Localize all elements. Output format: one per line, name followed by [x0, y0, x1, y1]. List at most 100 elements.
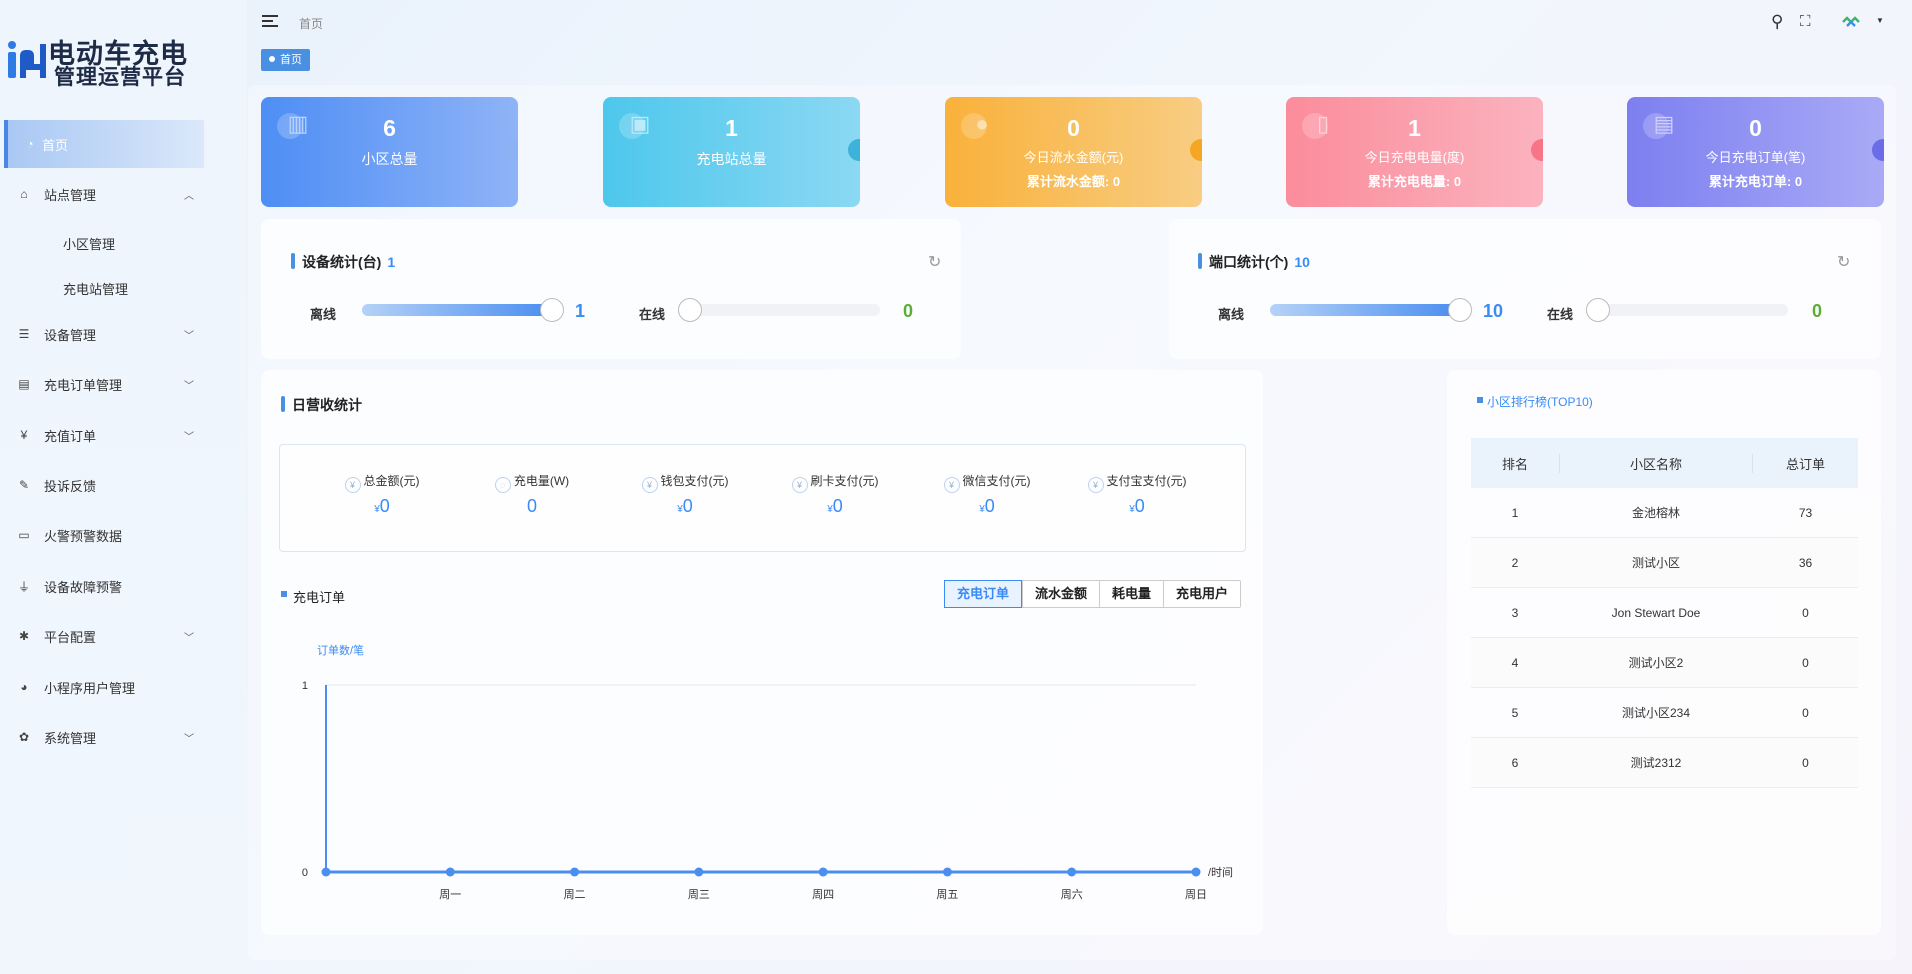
dashboard-icon: ◔	[26, 137, 34, 151]
slider-handle[interactable]	[678, 298, 702, 322]
revenue-item-value: 0	[526, 496, 537, 516]
tab-energy-consumption[interactable]: 耗电量	[1099, 581, 1163, 607]
slider-handle[interactable]	[540, 298, 564, 322]
order-line-chart: 订单数/笔 0 1 周一 周二 周三 周四 周五 周六 周日/时间	[302, 643, 1233, 901]
sidebar: 电动车充电 管理运营平台 ◔ 首页 ⌂ 站点管理 ︿ 小区管理 充电站管理 ☰ …	[0, 0, 247, 974]
device-offline-slider[interactable]	[362, 298, 564, 322]
sidebar-item-system-management[interactable]: ✿ 系统管理 ﹀	[0, 715, 247, 759]
menu-toggle-icon[interactable]	[262, 15, 278, 29]
tab-tag-home[interactable]: 首页	[261, 49, 310, 71]
port-stats-panel	[1169, 219, 1881, 359]
order-chart-title: 充电订单	[280, 587, 345, 606]
stat-subtitle: 累计充电电量: 0	[1367, 174, 1462, 189]
tab-revenue-amount[interactable]: 流水金额	[1022, 581, 1099, 607]
stat-value: 0	[1067, 115, 1080, 141]
data-point	[570, 867, 580, 877]
port-stats-total: 10	[1294, 254, 1310, 270]
plug-icon: ⏚	[17, 579, 30, 594]
revenue-title: 日营收统计	[281, 396, 362, 413]
stat-card-orders: ▤ 0 今日充电订单(笔) 累计充电订单: 0	[1627, 97, 1884, 207]
fullscreen-icon[interactable]: ⛶	[1800, 13, 1811, 30]
sliders-icon: ☰	[18, 327, 30, 341]
sidebar-item-label: 首页	[42, 137, 69, 153]
port-online-slider[interactable]	[1586, 298, 1788, 322]
port-offline-value: 10	[1483, 301, 1504, 321]
x-tick-label: 周日	[1185, 888, 1207, 901]
stat-label: 今日充电电量(度)	[1364, 150, 1465, 165]
device-online-label: 在线	[639, 307, 666, 322]
revenue-item-value: ¥0	[827, 496, 843, 516]
sidebar-item-device-fault-alert[interactable]: ⏚ 设备故障预警	[0, 564, 247, 608]
sidebar-item-complaints[interactable]: ✎ 投诉反馈	[0, 463, 247, 507]
edit-icon: ✎	[18, 478, 30, 492]
revenue-item: ¥ 支付宝支付(元) ¥0	[1062, 472, 1212, 517]
stat-card-stations: ▣ 1 充电站总量	[603, 97, 860, 207]
sidebar-item-station-management[interactable]: 充电站管理	[63, 279, 128, 298]
table-cell: 测试2312	[1630, 756, 1682, 770]
table-cell: 3	[1511, 605, 1519, 620]
x-tick-label: 周二	[564, 888, 586, 901]
table-cell: 0	[1802, 605, 1809, 620]
port-stats-title: 端口统计(个) 10	[1198, 253, 1310, 270]
table-row[interactable]: 6 测试2312 0	[1471, 738, 1858, 788]
sidebar-item-device-management[interactable]: ☰ 设备管理 ﹀	[0, 312, 247, 356]
sidebar-item-community-management[interactable]: 小区管理	[63, 234, 115, 253]
caret-down-icon[interactable]: ▼	[1876, 16, 1884, 25]
table-cell: 测试小区2	[1628, 656, 1684, 670]
refresh-icon[interactable]: ↻	[928, 252, 941, 272]
sidebar-item-label: 投诉反馈	[44, 478, 97, 494]
table-cell: Jon Stewart Doe	[1611, 605, 1701, 620]
tab-charge-orders[interactable]: 充电订单	[944, 580, 1023, 608]
sidebar-item-miniapp-users[interactable]: ◕ 小程序用户管理	[0, 665, 247, 709]
table-cell: 6	[1511, 755, 1519, 770]
chevron-down-icon: ﹀	[184, 733, 194, 745]
search-icon[interactable]: ⚲	[1771, 12, 1783, 32]
revenue-item-label: ¥ 微信支付(元)	[912, 472, 1062, 493]
table-cell: 36	[1798, 555, 1813, 570]
table-cell: 0	[1802, 655, 1809, 670]
table-row[interactable]: 5 测试小区234 0	[1471, 688, 1858, 738]
table-row[interactable]: 4 测试小区2 0	[1471, 638, 1858, 688]
port-offline-slider[interactable]	[1270, 298, 1472, 322]
avatar[interactable]	[1842, 16, 1860, 28]
revenue-item-label: ¥ 总金额(元)	[307, 472, 457, 493]
coin-icon: ¥	[1087, 477, 1104, 493]
stat-label: 小区总量	[361, 151, 418, 167]
slider-handle[interactable]	[1586, 298, 1610, 322]
refresh-icon[interactable]: ↻	[1837, 252, 1850, 272]
sidebar-item-home[interactable]: ◔ 首页	[4, 120, 204, 168]
monitor-icon: ▭	[18, 528, 30, 542]
sidebar-item-recharge-orders[interactable]: ¥ 充值订单 ﹀	[0, 413, 247, 457]
x-tick-label: 周五	[936, 888, 958, 901]
sidebar-item-charge-orders[interactable]: ▤ 充电订单管理 ﹀	[0, 362, 247, 406]
sidebar-item-site-management[interactable]: ⌂ 站点管理 ︿	[0, 172, 247, 216]
device-offline-value: 1	[575, 301, 586, 321]
stat-subtitle: 累计流水金额: 0	[1026, 174, 1121, 189]
coin-icon: ¥	[791, 477, 808, 493]
revenue-item: ¥ 钱包支付(元) ¥0	[610, 472, 760, 517]
device-offline-label: 离线	[310, 307, 337, 322]
tab-charge-users[interactable]: 充电用户	[1163, 581, 1240, 607]
slider-handle[interactable]	[1448, 298, 1472, 322]
table-cell: 73	[1798, 505, 1813, 520]
table-row[interactable]: 2 测试小区 36	[1471, 538, 1858, 588]
x-axis-label: /时间	[1208, 866, 1233, 879]
port-offline-label: 离线	[1218, 307, 1245, 322]
breadcrumb[interactable]: 首页	[299, 15, 323, 32]
chevron-down-icon: ﹀	[184, 632, 194, 644]
slider-fill	[362, 304, 552, 316]
device-online-slider[interactable]	[678, 298, 880, 322]
stat-label: 充电站总量	[696, 151, 767, 167]
sidebar-item-fire-alarm-data[interactable]: ▭ 火警预警数据	[0, 513, 247, 557]
stat-value: 1	[1408, 115, 1421, 141]
sidebar-item-platform-config[interactable]: ✱ 平台配置 ﹀	[0, 614, 247, 658]
data-point	[942, 867, 952, 877]
table-row[interactable]: 1 金池榕林 73	[1471, 488, 1858, 538]
revenue-item: ◌ 充电量(W) 0	[457, 472, 607, 517]
receipt-icon: ▤	[18, 377, 30, 391]
ranking-title: 小区排行榜(TOP10)	[1477, 395, 1593, 409]
bug-icon: ✱	[18, 629, 30, 643]
stat-card-energy: ▯ 1 今日充电电量(度) 累计充电电量: 0	[1286, 97, 1543, 207]
wechat-icon: ◕	[20, 680, 28, 694]
table-row[interactable]: 3 Jon Stewart Doe 0	[1471, 588, 1858, 638]
